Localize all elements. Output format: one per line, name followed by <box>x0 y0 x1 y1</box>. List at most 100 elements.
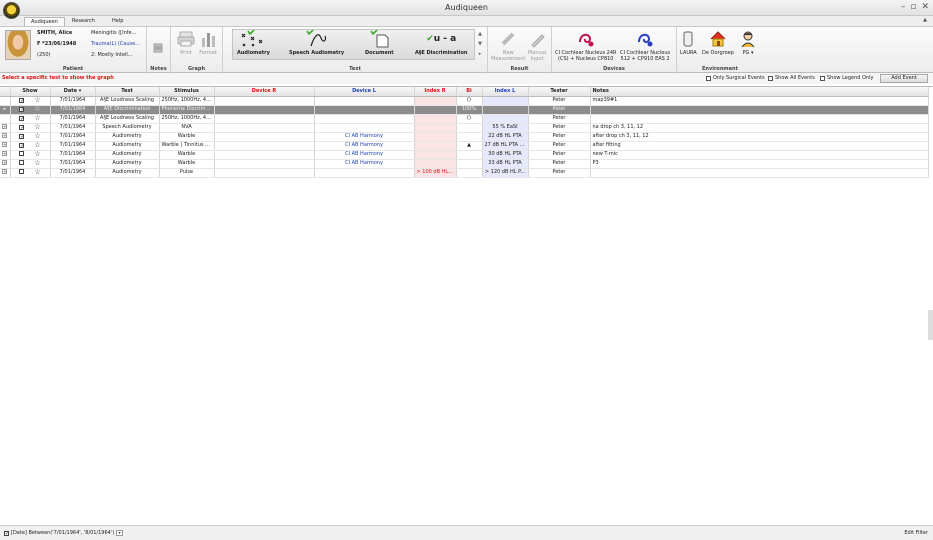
header-stimulus[interactable]: Stimulus <box>159 87 215 97</box>
favorite-star-icon[interactable]: ☆ <box>34 150 40 158</box>
patient-diagnosis-1[interactable]: Meningitis ([Infe... <box>91 30 136 36</box>
new-measurement-button[interactable]: New Measurement <box>491 30 525 62</box>
table-row[interactable]: + ☆ 7/01/1964 Audiometry Warble CI AB Harmony… <box>0 159 929 169</box>
expand-icon[interactable]: + <box>2 169 8 174</box>
table-row[interactable]: + ✓ ☆ 7/01/1964 Audiometry Warble | Tinnitus … <box>0 141 929 151</box>
filter-expression[interactable]: [Date] Between('7/01/1964', '8/01/1964') <box>11 530 114 536</box>
header-test[interactable]: Test <box>95 87 160 97</box>
user-pg-button[interactable]: PG ▾ <box>739 30 757 56</box>
table-row[interactable]: ✓ ☆ 7/01/1964 A§E Loudness Scaling 250Hz, 10… <box>0 114 929 124</box>
row-expander[interactable] <box>0 114 11 124</box>
filter-enabled-checkbox[interactable]: ✓ <box>4 530 9 536</box>
patient-diagnosis-2[interactable]: Trauma(L) (Cause... <box>91 41 140 47</box>
app-logo-icon[interactable] <box>3 2 20 19</box>
graph-group: Print Format Graph <box>171 27 223 73</box>
show-checkbox[interactable]: ✓ <box>19 106 25 112</box>
add-event-button[interactable]: Add Event <box>880 74 928 83</box>
expand-icon[interactable]: + <box>2 142 8 147</box>
legend-only-option[interactable]: Show Legend Only <box>820 75 874 81</box>
only-surgical-checkbox[interactable] <box>706 75 711 81</box>
device-2-button[interactable]: CI Cochlear Nucleus 512 + CP910 EAS 2 <box>620 30 670 62</box>
header-device-r[interactable]: Device R <box>214 87 315 97</box>
legend-only-checkbox[interactable] <box>820 75 825 81</box>
edit-filter-button[interactable]: Edit Filter <box>904 530 928 536</box>
favorite-star-icon[interactable]: ☆ <box>34 168 40 176</box>
show-checkbox[interactable]: ✓ <box>19 97 25 103</box>
patient-diagnosis-3[interactable]: 2: Mostly Intell... <box>91 52 133 58</box>
row-expander[interactable]: ▸ <box>0 105 11 115</box>
favorite-star-icon[interactable]: ☆ <box>34 114 40 122</box>
show-all-option[interactable]: Show All Events <box>768 75 815 81</box>
manual-input-button[interactable]: Manual Input <box>528 30 546 62</box>
favorite-star-icon[interactable]: ☆ <box>34 123 40 131</box>
table-row[interactable]: ✓ ☆ 7/01/1964 A§E Loudness Scaling 250Hz, 10… <box>0 96 929 106</box>
options-bar: Select a specific test to show the graph… <box>0 73 933 84</box>
expand-icon[interactable]: + <box>2 160 8 165</box>
house-icon <box>710 31 726 47</box>
minimize-icon[interactable]: – <box>901 2 906 12</box>
row-expander[interactable]: + <box>0 168 11 178</box>
tab-help[interactable]: Help <box>106 17 129 26</box>
header-show[interactable]: Show <box>10 87 51 97</box>
de-oorgroep-button[interactable]: De Oorgroep <box>702 30 734 56</box>
table-row[interactable]: + ☆ 7/01/1964 Audiometry Pulse > 100 dB HL P.… <box>0 168 929 178</box>
only-surgical-option[interactable]: Only Surgical Events <box>706 75 765 81</box>
row-expander[interactable]: + <box>0 159 11 169</box>
header-device-l[interactable]: Device L <box>314 87 415 97</box>
right-scrollbar[interactable] <box>928 310 933 340</box>
row-expander[interactable]: + <box>0 132 11 142</box>
restore-icon[interactable]: ▫ <box>910 2 916 12</box>
table-row[interactable]: + ✓ ☆ 7/01/1964 Speech Audiometry NVA 55 % EaS… <box>0 123 929 133</box>
show-checkbox[interactable]: ✓ <box>19 124 25 130</box>
expand-icon[interactable]: + <box>2 124 8 129</box>
notes-button[interactable] <box>152 39 164 59</box>
show-checkbox[interactable] <box>19 168 25 174</box>
table-row[interactable]: + ✓ ☆ 7/01/1964 Audiometry Warble CI AB Harmon… <box>0 132 929 142</box>
row-expander[interactable] <box>0 96 11 106</box>
table-header-row: Show Date ▾ Test Stimulus Device R Devic… <box>0 87 929 97</box>
table-row[interactable]: + ☆ 7/01/1964 Audiometry Warble CI AB Harmony… <box>0 150 929 160</box>
tab-research[interactable]: Research <box>66 17 101 26</box>
row-expander[interactable]: + <box>0 150 11 160</box>
patient-name[interactable]: SMITH, Alice <box>37 30 72 36</box>
cell-stimulus: 250Hz, 1000Hz, 40... <box>159 114 215 124</box>
patient-photo[interactable] <box>5 30 31 60</box>
header-bi[interactable]: Bi <box>456 87 483 97</box>
laura-button[interactable]: LAURA <box>680 30 697 56</box>
favorite-star-icon[interactable]: ☆ <box>34 141 40 149</box>
row-expander[interactable]: + <box>0 123 11 133</box>
cell-idxR <box>414 114 457 124</box>
header-index-r[interactable]: Index R <box>414 87 457 97</box>
row-expander[interactable]: + <box>0 141 11 151</box>
close-icon[interactable]: ✕ <box>921 2 929 12</box>
show-checkbox[interactable] <box>19 150 25 156</box>
header-tester[interactable]: Tester <box>528 87 591 97</box>
print-button[interactable]: Print <box>177 30 195 56</box>
device-1-button[interactable]: CI Cochlear Nucleus 24R (CS) + Nucleus C… <box>555 30 617 62</box>
favorite-star-icon[interactable]: ☆ <box>34 96 40 104</box>
speech-audiometry-button[interactable]: Speech Audiometry <box>289 30 344 56</box>
show-checkbox[interactable] <box>19 159 25 165</box>
header-index-l[interactable]: Index L <box>482 87 529 97</box>
ase-discrimination-button[interactable]: ✔u - a A§E Discrimination <box>415 30 467 56</box>
filter-dropdown-icon[interactable]: ▾ <box>116 530 124 536</box>
favorite-star-icon[interactable]: ☆ <box>34 132 40 140</box>
show-checkbox[interactable]: ✓ <box>19 133 25 139</box>
menu-tabs: Audiqueen Research Help ▲ <box>0 16 933 26</box>
tab-audiqueen[interactable]: Audiqueen <box>24 17 65 26</box>
expand-icon[interactable]: + <box>2 133 8 138</box>
header-notes[interactable]: Notes <box>590 87 929 97</box>
expand-icon[interactable]: + <box>2 151 8 156</box>
favorite-star-icon[interactable]: ☆ <box>34 159 40 167</box>
format-button[interactable]: Format <box>199 30 217 56</box>
table-row[interactable]: ▸ ✓ ☆ 7/01/1964 A§E Discrimination Phoneme Di… <box>0 105 929 115</box>
document-button[interactable]: Document <box>365 30 394 56</box>
header-date[interactable]: Date ▾ <box>50 87 96 97</box>
show-checkbox[interactable]: ✓ <box>19 115 25 121</box>
show-checkbox[interactable]: ✓ <box>19 142 25 148</box>
audiometry-button[interactable]: Audiometry <box>237 30 270 56</box>
favorite-star-icon[interactable]: ☆ <box>34 105 40 113</box>
show-all-checkbox[interactable] <box>768 75 773 81</box>
gallery-scroll[interactable]: ▲ ▼ ▸ <box>476 29 484 60</box>
ribbon-collapse-icon[interactable]: ▲ <box>923 17 927 23</box>
